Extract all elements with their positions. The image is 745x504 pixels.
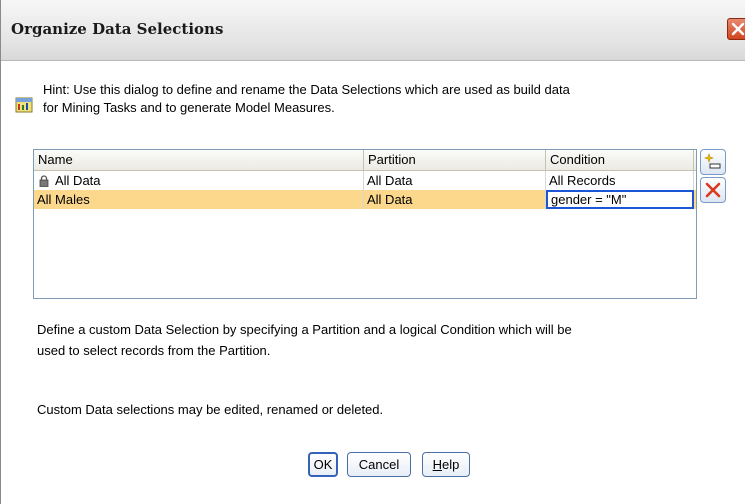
dialog-window: Organize Data Selections Hint: Use this … bbox=[0, 0, 745, 504]
description-line-1: Define a custom Data Selection by specif… bbox=[37, 322, 572, 337]
column-header-partition[interactable]: Partition bbox=[364, 150, 546, 170]
title-bar[interactable]: Organize Data Selections bbox=[1, 0, 745, 61]
cancel-button[interactable]: Cancel bbox=[347, 452, 411, 477]
close-icon bbox=[731, 22, 745, 36]
name-cell[interactable]: All Males bbox=[34, 190, 364, 209]
table-row-selected[interactable]: All Males All Data gender = "M" bbox=[34, 190, 696, 209]
delete-icon bbox=[705, 182, 721, 198]
column-header-condition[interactable]: Condition bbox=[546, 150, 694, 170]
add-selection-icon bbox=[704, 153, 721, 169]
table-header: Name Partition Condition bbox=[34, 150, 696, 171]
condition-cell[interactable]: All Records bbox=[546, 171, 694, 190]
hint-line-1: Hint: Use this dialog to define and rena… bbox=[43, 82, 570, 97]
name-cell[interactable]: All Data bbox=[34, 171, 364, 190]
dialog-body: Hint: Use this dialog to define and rena… bbox=[1, 61, 745, 504]
partition-cell[interactable]: All Data bbox=[364, 190, 546, 209]
description-line-2: used to select records from the Partitio… bbox=[37, 343, 271, 358]
ok-button[interactable]: OK bbox=[308, 452, 338, 477]
close-button[interactable] bbox=[727, 18, 745, 40]
description-text: Define a custom Data Selection by specif… bbox=[37, 319, 717, 361]
help-button[interactable]: Help bbox=[422, 452, 470, 477]
partition-cell[interactable]: All Data bbox=[364, 171, 546, 190]
data-selections-table[interactable]: Name Partition Condition All Data All Da… bbox=[33, 149, 697, 299]
hint-icon bbox=[15, 97, 33, 113]
condition-edit-field[interactable]: gender = "M" bbox=[546, 190, 694, 209]
column-header-name[interactable]: Name bbox=[34, 150, 364, 170]
edit-note: Custom Data selections may be edited, re… bbox=[37, 402, 384, 417]
help-mnemonic: H bbox=[432, 457, 443, 472]
table-row[interactable]: All Data All Data All Records bbox=[34, 171, 696, 190]
add-selection-button[interactable] bbox=[700, 149, 726, 175]
hint-line-2: for Mining Tasks and to generate Model M… bbox=[43, 100, 335, 115]
delete-selection-button[interactable] bbox=[700, 177, 726, 203]
name-text: All Data bbox=[55, 173, 101, 188]
lock-icon bbox=[39, 174, 49, 187]
help-label: elp bbox=[442, 457, 460, 472]
hint-text: Hint: Use this dialog to define and rena… bbox=[43, 81, 733, 117]
dialog-title: Organize Data Selections bbox=[11, 20, 224, 38]
